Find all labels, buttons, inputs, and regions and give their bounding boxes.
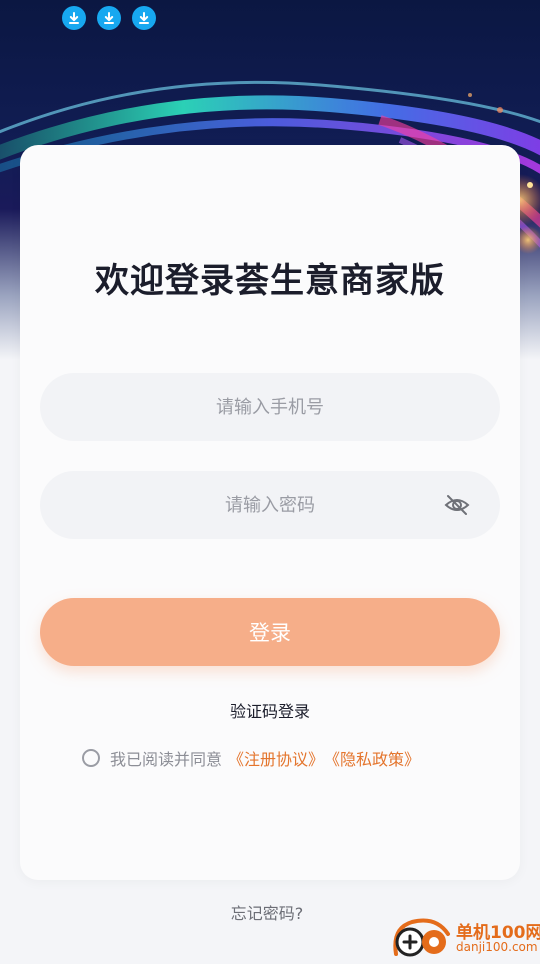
watermark-logo [393,918,450,957]
download-icon [132,6,156,30]
agreement-text: 我已阅读并同意 [110,750,223,769]
download-icon [62,6,86,30]
terms-link[interactable]: 《注册协议》 [228,746,324,770]
agreement-row: 我已阅读并同意 《注册协议》 《隐私政策》 [82,746,420,770]
watermark: 单机100网 danji100.com [390,916,540,960]
sms-login-link[interactable]: 验证码登录 [20,698,520,722]
status-bar-icons [62,6,156,30]
privacy-link[interactable]: 《隐私政策》 [324,746,420,770]
password-input[interactable] [118,493,422,517]
phone-input[interactable] [118,395,422,419]
download-icon [97,6,121,30]
login-button[interactable]: 登录 [40,598,500,666]
agreement-checkbox[interactable] [82,749,100,767]
login-card: 欢迎登录荟生意商家版 登录 验证码登录 我已阅读并同意 《注册协议》 《隐私政策… [20,145,520,880]
eye-off-icon[interactable] [444,493,470,517]
password-field[interactable] [40,471,500,539]
phone-field[interactable] [40,373,500,441]
page-title: 欢迎登录荟生意商家版 [95,261,445,301]
watermark-domain: danji100.com [456,940,538,954]
